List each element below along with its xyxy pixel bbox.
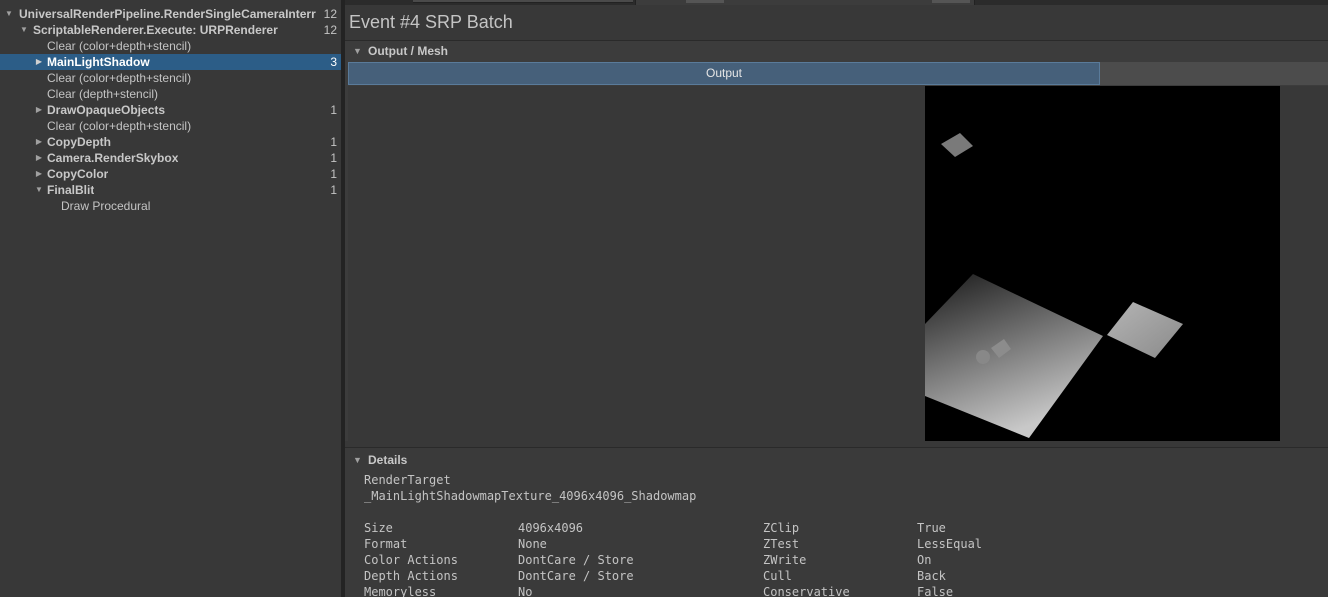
shadowmap-preview-image bbox=[925, 86, 1280, 441]
render-target-value: _MainLightShadowmapTexture_4096x4096_Sha… bbox=[364, 489, 697, 503]
tree-row-count: 1 bbox=[330, 167, 337, 181]
prop-value: DontCare / Store bbox=[518, 553, 634, 567]
toolbar-field[interactable] bbox=[686, 0, 724, 3]
toolbar-strip bbox=[345, 0, 1328, 5]
tree-row-label: Clear (color+depth+stencil) bbox=[47, 71, 192, 85]
prop-name: Color Actions bbox=[364, 553, 458, 567]
ground-plane-shape bbox=[925, 274, 1103, 438]
event-details-panel: Event #4 SRP Batch ▼ Output / Mesh Outpu… bbox=[345, 0, 1328, 597]
triangle-down-icon[interactable]: ▼ bbox=[353, 450, 362, 470]
preview-area bbox=[348, 86, 1328, 441]
details-section: ▼ Details RenderTarget _MainLightShadowm… bbox=[345, 447, 1328, 597]
triangle-right-icon[interactable]: ▶ bbox=[34, 134, 44, 150]
tree-row-count: 1 bbox=[330, 151, 337, 165]
tree-row-label: DrawOpaqueObjects bbox=[47, 103, 166, 117]
tree-row-clear[interactable]: Clear (color+depth+stencil) bbox=[0, 70, 341, 86]
prop-name: Size bbox=[364, 521, 393, 535]
prop-value: On bbox=[917, 553, 932, 567]
triangle-right-icon[interactable]: ▶ bbox=[34, 150, 44, 166]
tree-row-label: Clear (color+depth+stencil) bbox=[47, 39, 192, 53]
section-title: Output / Mesh bbox=[368, 44, 448, 58]
prop-name: Conservative bbox=[763, 585, 850, 597]
tree-row-label: Clear (depth+stencil) bbox=[47, 87, 159, 101]
tree-row-label: FinalBlit bbox=[47, 183, 95, 197]
triangle-right-icon[interactable]: ▶ bbox=[34, 102, 44, 118]
side-plane-shape bbox=[1107, 302, 1183, 358]
tree-row-label: Camera.RenderSkybox bbox=[47, 151, 179, 165]
tree-row-count: 1 bbox=[330, 135, 337, 149]
tree-row-draw-procedural[interactable]: Draw Procedural bbox=[0, 198, 341, 214]
prop-name: ZClip bbox=[763, 521, 800, 535]
tree-row-label: CopyColor bbox=[47, 167, 109, 181]
output-mesh-header[interactable]: ▼ Output / Mesh bbox=[345, 41, 1328, 61]
section-title: Details bbox=[368, 453, 408, 467]
prop-value: DontCare / Store bbox=[518, 569, 634, 583]
prop-value: Back bbox=[917, 569, 946, 583]
prop-name: ZWrite bbox=[763, 553, 807, 567]
prop-value: 4096x4096 bbox=[518, 521, 584, 535]
prop-name: Cull bbox=[763, 569, 792, 583]
tree-row-copy-color[interactable]: ▶ CopyColor 1 bbox=[0, 166, 341, 182]
prop-value: LessEqual bbox=[917, 537, 983, 551]
tree-row-clear[interactable]: Clear (color+depth+stencil) bbox=[0, 118, 341, 134]
triangle-down-icon[interactable]: ▼ bbox=[4, 6, 14, 22]
triangle-right-icon[interactable]: ▶ bbox=[34, 166, 44, 182]
tree-row-copy-depth[interactable]: ▶ CopyDepth 1 bbox=[0, 134, 341, 150]
event-title: Event #4 SRP Batch bbox=[349, 12, 513, 32]
prop-value: No bbox=[518, 585, 533, 597]
prop-value: False bbox=[917, 585, 954, 597]
tree-row-clear-depth[interactable]: Clear (depth+stencil) bbox=[0, 86, 341, 102]
tree-row-count: 12 bbox=[323, 7, 337, 21]
output-tab-bar: Output bbox=[348, 62, 1328, 85]
prop-name: Depth Actions bbox=[364, 569, 458, 583]
tree-row-label: Draw Procedural bbox=[61, 199, 151, 213]
prop-name: ZTest bbox=[763, 537, 800, 551]
tree-row-scriptable-renderer[interactable]: ▼ ScriptableRenderer.Execute: URPRendere… bbox=[0, 22, 341, 38]
tree-row-final-blit[interactable]: ▼ FinalBlit 1 bbox=[0, 182, 341, 198]
small-plane-shape bbox=[941, 133, 973, 157]
tree-row-count: 12 bbox=[323, 23, 337, 37]
triangle-down-icon[interactable]: ▼ bbox=[353, 41, 362, 61]
prop-name: Memoryless bbox=[364, 585, 437, 597]
shadowmap-render bbox=[925, 133, 1183, 438]
tree-row-camera-render-skybox[interactable]: ▶ Camera.RenderSkybox 1 bbox=[0, 150, 341, 166]
tab-output[interactable]: Output bbox=[348, 62, 1100, 85]
tree-row-label: ScriptableRenderer.Execute: URPRenderer bbox=[33, 23, 278, 37]
toolbar-control[interactable] bbox=[635, 0, 975, 5]
prop-name: Format bbox=[364, 537, 408, 551]
output-mesh-section: ▼ Output / Mesh Output bbox=[345, 40, 1328, 441]
tree-row-count: 3 bbox=[330, 55, 337, 69]
triangle-down-icon[interactable]: ▼ bbox=[19, 22, 29, 38]
tree-row-main-light-shadow[interactable]: ▶ MainLightShadow 3 bbox=[0, 54, 341, 70]
tree-row-count: 1 bbox=[330, 183, 337, 197]
details-header[interactable]: ▼ Details bbox=[345, 450, 1328, 470]
frame-debugger-hierarchy: ▼ UniversalRenderPipeline.RenderSingleCa… bbox=[0, 0, 341, 597]
prop-value: None bbox=[518, 537, 547, 551]
tree-row-count: 1 bbox=[330, 103, 337, 117]
tree-row-label: CopyDepth bbox=[47, 135, 111, 149]
sphere-shape bbox=[976, 350, 990, 364]
triangle-down-icon[interactable]: ▼ bbox=[34, 182, 44, 198]
tree-row-label: UniversalRenderPipeline.RenderSingleCame… bbox=[19, 7, 316, 21]
tree-row-urp-render-camera[interactable]: ▼ UniversalRenderPipeline.RenderSingleCa… bbox=[0, 6, 341, 22]
toolbar-control[interactable] bbox=[413, 0, 633, 3]
toolbar-field[interactable] bbox=[932, 0, 970, 3]
prop-value: True bbox=[917, 521, 946, 535]
triangle-right-icon[interactable]: ▶ bbox=[34, 54, 44, 70]
tree-row-label: Clear (color+depth+stencil) bbox=[47, 119, 192, 133]
tree-row-clear[interactable]: Clear (color+depth+stencil) bbox=[0, 38, 341, 54]
tree-row-draw-opaque-objects[interactable]: ▶ DrawOpaqueObjects 1 bbox=[0, 102, 341, 118]
render-target-label: RenderTarget bbox=[364, 473, 451, 487]
tree-row-label: MainLightShadow bbox=[47, 55, 150, 69]
